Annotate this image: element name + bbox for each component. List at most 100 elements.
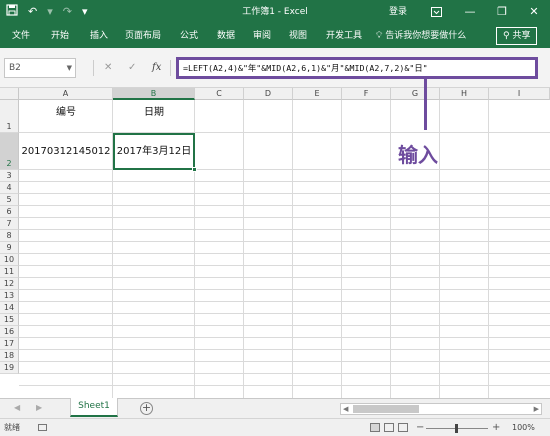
ribbon-tabs: 文件 开始 插入 页面布局 公式 数据 审阅 视图 开发工具 💡︎ 告诉我你想要… xyxy=(0,24,550,48)
gridline xyxy=(243,100,244,398)
column-header-f[interactable]: F xyxy=(342,88,391,100)
active-cell-border xyxy=(113,133,195,170)
gridline xyxy=(19,169,550,170)
sheet-tab-bar: ◀ ▶ Sheet1 + ◀ ▶ xyxy=(0,398,550,418)
macro-record-icon[interactable] xyxy=(38,424,47,431)
tab-formulas[interactable]: 公式 xyxy=(180,30,198,42)
gridline xyxy=(19,241,550,242)
scroll-left-icon[interactable]: ◀ xyxy=(343,404,348,414)
worksheet-grid[interactable]: A B C D E F G H I 1 2 3 4 5 6 7 8 9 10 1… xyxy=(0,88,550,398)
scroll-right-icon[interactable]: ▶ xyxy=(534,404,539,414)
tab-page-layout[interactable]: 页面布局 xyxy=(125,30,161,42)
insert-function-button[interactable]: fx xyxy=(152,60,161,76)
gridline xyxy=(341,100,342,398)
column-header-e[interactable]: E xyxy=(293,88,342,100)
select-all-button[interactable] xyxy=(0,88,19,100)
row-header-4[interactable]: 4 xyxy=(0,182,19,194)
horizontal-scrollbar[interactable]: ◀ ▶ xyxy=(340,403,542,415)
column-header-i[interactable]: I xyxy=(489,88,550,100)
cell-a1[interactable]: 编号 xyxy=(19,106,113,120)
close-button[interactable]: ✕ xyxy=(524,3,544,21)
restore-button[interactable]: ❐ xyxy=(492,3,512,21)
add-sheet-button[interactable]: + xyxy=(140,402,153,415)
cell-a2[interactable]: 20170312145012 xyxy=(19,145,113,159)
gridline xyxy=(19,132,550,133)
row-header-17[interactable]: 17 xyxy=(0,338,19,350)
column-header-g[interactable]: G xyxy=(391,88,440,100)
column-header-h[interactable]: H xyxy=(440,88,489,100)
row-header-19[interactable]: 19 xyxy=(0,362,19,374)
minimize-button[interactable]: — xyxy=(460,3,480,21)
gridline xyxy=(19,253,550,254)
column-header-a[interactable]: A xyxy=(19,88,113,100)
gridline xyxy=(19,265,550,266)
zoom-slider[interactable]: − + xyxy=(416,420,500,436)
tab-insert[interactable]: 插入 xyxy=(90,30,108,42)
gridline xyxy=(19,361,550,362)
row-header-15[interactable]: 15 xyxy=(0,314,19,326)
login-link[interactable]: 登录 xyxy=(389,5,407,19)
zoom-in-icon[interactable]: + xyxy=(492,420,500,436)
gridline xyxy=(488,100,489,398)
column-header-c[interactable]: C xyxy=(195,88,244,100)
tab-developer[interactable]: 开发工具 xyxy=(326,30,362,42)
sheet-tab[interactable]: Sheet1 xyxy=(70,398,118,417)
gridline xyxy=(19,289,550,290)
tell-me-box[interactable]: 💡︎ 告诉我你想要做什么 xyxy=(376,30,466,42)
row-header-3[interactable]: 3 xyxy=(0,170,19,182)
row-header-12[interactable]: 12 xyxy=(0,278,19,290)
gridline xyxy=(19,217,550,218)
chevron-down-icon[interactable]: ▼ xyxy=(67,59,72,77)
row-header-18[interactable]: 18 xyxy=(0,350,19,362)
tell-me-text: 告诉我你想要做什么 xyxy=(385,31,467,41)
row-header-7[interactable]: 7 xyxy=(0,218,19,230)
enter-icon[interactable]: ✓ xyxy=(128,60,136,76)
gridline xyxy=(19,229,550,230)
row-header-16[interactable]: 16 xyxy=(0,326,19,338)
row-header-13[interactable]: 13 xyxy=(0,290,19,302)
cancel-icon[interactable]: ✕ xyxy=(104,60,112,76)
tab-home[interactable]: 开始 xyxy=(51,30,69,42)
lightbulb-icon: 💡︎ xyxy=(376,31,383,41)
zoom-level[interactable]: 100% xyxy=(512,420,535,436)
gridline xyxy=(19,325,550,326)
normal-view-icon[interactable] xyxy=(370,423,380,432)
tab-view[interactable]: 视图 xyxy=(289,30,307,42)
gridline xyxy=(390,100,391,398)
zoom-out-icon[interactable]: − xyxy=(416,420,424,436)
page-break-view-icon[interactable] xyxy=(398,423,408,432)
row-header-2[interactable]: 2 xyxy=(0,133,19,170)
tab-data[interactable]: 数据 xyxy=(217,30,235,42)
callout-line xyxy=(424,78,427,130)
gridline xyxy=(19,205,550,206)
row-header-1[interactable]: 1 xyxy=(0,100,19,133)
fill-handle[interactable] xyxy=(192,167,197,172)
tab-review[interactable]: 审阅 xyxy=(253,30,271,42)
page-layout-view-icon[interactable] xyxy=(384,423,394,432)
scrollbar-thumb[interactable] xyxy=(353,405,419,413)
ribbon-display-icon[interactable] xyxy=(426,3,446,21)
scroll-tabs-left-icon[interactable]: ◀ xyxy=(14,402,20,414)
row-header-11[interactable]: 11 xyxy=(0,266,19,278)
formula-input[interactable]: =LEFT(A2,4)&"年"&MID(A2,6,1)&"月"&MID(A2,7… xyxy=(176,57,538,79)
gridline xyxy=(292,100,293,398)
gridline xyxy=(19,337,550,338)
row-header-6[interactable]: 6 xyxy=(0,206,19,218)
name-box[interactable]: B2 ▼ xyxy=(4,58,76,78)
tab-file[interactable]: 文件 xyxy=(12,30,30,42)
scroll-tabs-right-icon[interactable]: ▶ xyxy=(36,402,42,414)
share-button[interactable]: ⚲ 共享 xyxy=(496,27,538,45)
column-header-d[interactable]: D xyxy=(244,88,293,100)
gridline xyxy=(19,193,550,194)
callout-label: 输入 xyxy=(398,143,438,167)
formula-bar-divider xyxy=(93,60,94,76)
row-header-8[interactable]: 8 xyxy=(0,230,19,242)
column-header-b[interactable]: B xyxy=(113,88,195,100)
gridline xyxy=(19,313,550,314)
cell-b1[interactable]: 日期 xyxy=(113,106,195,120)
row-header-5[interactable]: 5 xyxy=(0,194,19,206)
row-header-14[interactable]: 14 xyxy=(0,302,19,314)
zoom-knob[interactable] xyxy=(455,424,458,433)
row-header-9[interactable]: 9 xyxy=(0,242,19,254)
row-header-10[interactable]: 10 xyxy=(0,254,19,266)
